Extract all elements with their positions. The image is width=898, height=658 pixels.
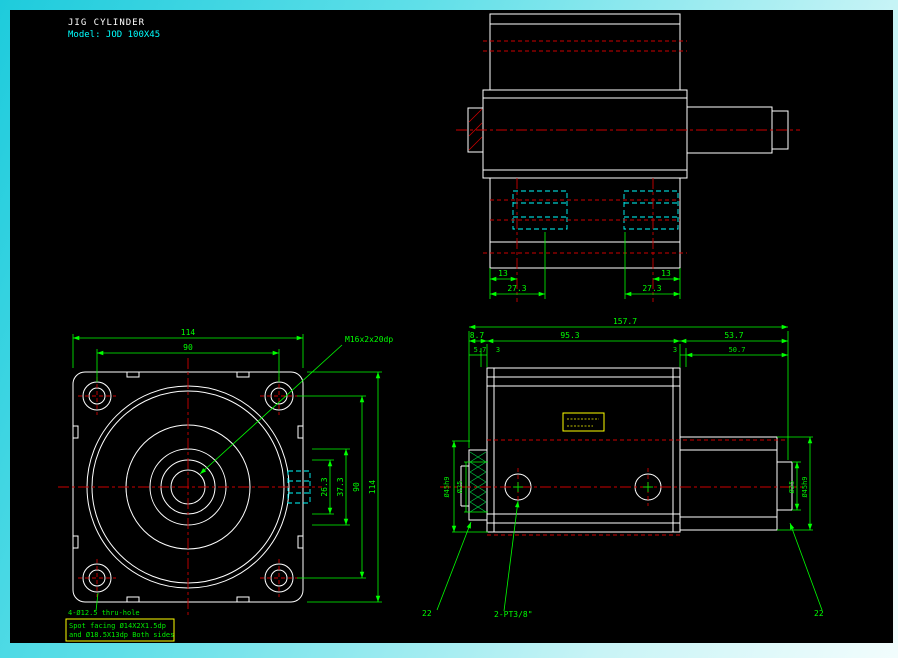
view-section: 157.7 8.7 95.3 53.7 5.7 3 3 50.7 Ø45h9 Ø… bbox=[422, 317, 824, 619]
view-front: 114 90 26.3 37.3 90 114 M16x2x20dp 4-Ø12… bbox=[58, 328, 393, 642]
dim-8-7: 8.7 bbox=[470, 331, 485, 340]
drawing-title-block: JIG CYLINDER Model: JOD 100X45 bbox=[68, 18, 160, 40]
dim-3-right: 3 bbox=[673, 346, 677, 354]
yellow-tag-box bbox=[562, 412, 605, 432]
dim-dia25-left: Ø25 bbox=[456, 481, 464, 494]
product-title: JIG CYLINDER bbox=[68, 18, 145, 28]
note-line-2: Spot facing Ø14X2X1.5dp bbox=[69, 622, 166, 630]
dim-50-7: 50.7 bbox=[729, 346, 746, 354]
cad-drawing: JIG CYLINDER Model: JOD 100X45 13 13 27.… bbox=[58, 13, 824, 642]
dim-27-3-left: 27.3 bbox=[507, 284, 526, 293]
dim-width-90: 90 bbox=[183, 343, 193, 352]
dim-13-right: 13 bbox=[661, 269, 671, 278]
dim-5-7: 5.7 bbox=[474, 346, 487, 354]
section-boss-hatch bbox=[469, 451, 487, 513]
thread-callout: M16x2x20dp bbox=[345, 335, 393, 344]
dim-height-90: 90 bbox=[352, 482, 361, 492]
dim-dia45-left: Ø45h9 bbox=[443, 476, 451, 497]
section-tag bbox=[562, 412, 605, 432]
note-line-3: and Ø18.5X13dp Both sides bbox=[69, 631, 174, 639]
dim-dia25-right: Ø25 bbox=[788, 481, 796, 494]
port-thread-callout: 2-PT3/8" bbox=[494, 610, 533, 619]
dim-53-7: 53.7 bbox=[724, 331, 743, 340]
dim-width-114: 114 bbox=[181, 328, 196, 337]
dim-port-37-3: 37.3 bbox=[336, 477, 345, 496]
dim-dia45-right: Ø45h9 bbox=[801, 476, 809, 497]
dim-13-left: 13 bbox=[498, 269, 508, 278]
dim-22-right: 22 bbox=[814, 609, 824, 618]
dim-95-3: 95.3 bbox=[560, 331, 579, 340]
dim-27-3-right: 27.3 bbox=[642, 284, 661, 293]
note-line-1: 4-Ø12.5 thru-hole bbox=[68, 609, 140, 617]
model-label: Model: JOD 100X45 bbox=[68, 30, 160, 40]
view-side-top: 13 13 27.3 27.3 bbox=[456, 13, 800, 302]
dim-total-157-7: 157.7 bbox=[613, 317, 637, 326]
front-centerlines bbox=[58, 358, 322, 618]
section-geometry bbox=[460, 367, 793, 533]
side-top-centerlines bbox=[456, 40, 800, 302]
section-dimensions: 157.7 8.7 95.3 53.7 5.7 3 3 50.7 Ø45h9 Ø… bbox=[443, 317, 813, 533]
dim-22-left: 22 bbox=[422, 609, 432, 618]
dim-3-left: 3 bbox=[496, 346, 500, 354]
desktop-background: JIG CYLINDER Model: JOD 100X45 13 13 27.… bbox=[0, 0, 898, 658]
front-dimensions: 114 90 26.3 37.3 90 114 M16x2x20dp bbox=[72, 328, 393, 603]
dim-port-26-3: 26.3 bbox=[320, 477, 329, 496]
side-top-port-hatch bbox=[468, 108, 483, 151]
front-hole-note: 4-Ø12.5 thru-hole Spot facing Ø14X2X1.5d… bbox=[65, 592, 175, 642]
side-top-geometry bbox=[467, 13, 789, 269]
dim-height-114: 114 bbox=[368, 480, 377, 495]
section-leaders: 22 2-PT3/8" 22 bbox=[422, 500, 824, 619]
